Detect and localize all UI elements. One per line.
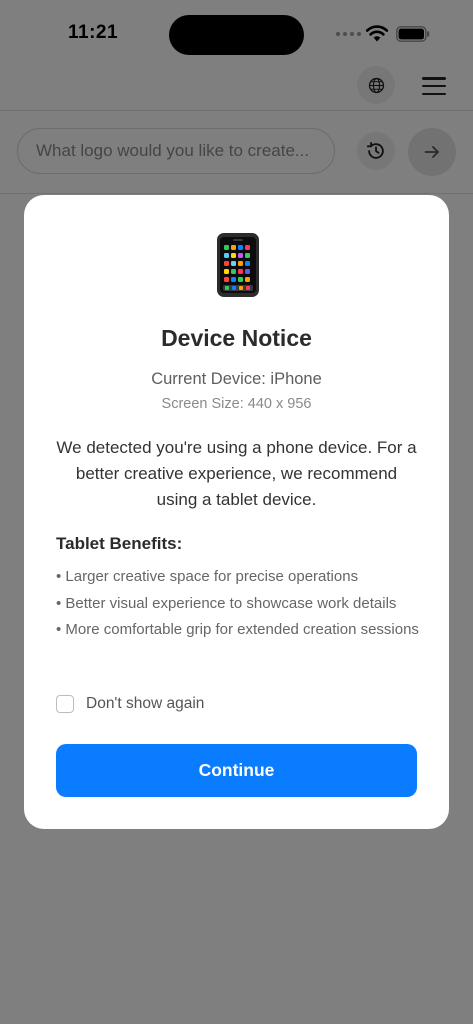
- app-screen: 11:21: [0, 0, 473, 1024]
- dont-show-again-label[interactable]: Don't show again: [86, 695, 204, 713]
- dialog-description: We detected you're using a phone device.…: [56, 438, 417, 509]
- continue-button[interactable]: Continue: [56, 744, 417, 797]
- benefit-item: Better visual experience to showcase wor…: [56, 592, 426, 616]
- device-notice-dialog: Device Notice Current Device: iPhone Scr…: [24, 195, 449, 829]
- dialog-title: Device Notice: [161, 325, 312, 351]
- benefit-item: Larger creative space for precise operat…: [56, 565, 426, 589]
- benefits-list: Larger creative space for precise operat…: [56, 565, 426, 645]
- screen-size-text: Screen Size: 440 x 956: [161, 396, 312, 412]
- dont-show-again-checkbox[interactable]: [56, 695, 74, 713]
- mobile-phone-icon: [217, 233, 259, 297]
- current-device-text: Current Device: iPhone: [151, 370, 322, 388]
- benefits-heading: Tablet Benefits:: [56, 534, 183, 553]
- benefit-item: More comfortable grip for extended creat…: [56, 618, 426, 642]
- dont-show-again-option[interactable]: Don't show again: [56, 695, 204, 713]
